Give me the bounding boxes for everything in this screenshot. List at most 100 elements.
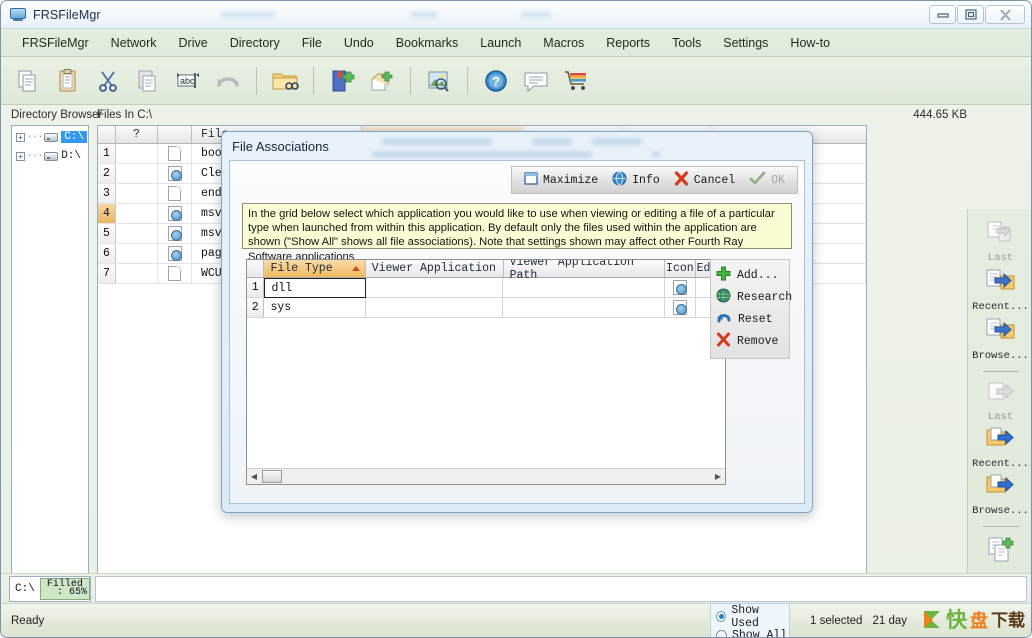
menu-item-tools[interactable]: Tools: [661, 33, 712, 53]
rail-button-save-browse[interactable]: Browse...: [971, 474, 1031, 517]
toolbar-separator-3: [410, 66, 411, 95]
cancel-button[interactable]: Cancel: [670, 169, 739, 192]
radio-show-used[interactable]: Show Used: [711, 604, 789, 630]
column-header-rownum[interactable]: [98, 126, 116, 143]
expand-icon[interactable]: +: [16, 151, 25, 161]
cart-icon[interactable]: [557, 61, 595, 101]
title-bar-ghost-text: [101, 1, 928, 29]
menu-item-launch[interactable]: Launch: [469, 33, 532, 53]
menu-item-bookmarks[interactable]: Bookmarks: [385, 33, 470, 53]
rail-button-label: Last: [987, 252, 1014, 264]
reset-button[interactable]: Reset: [711, 308, 789, 330]
undo-arrow-icon[interactable]: [209, 61, 247, 101]
rail-button-copy-add[interactable]: [971, 535, 1031, 570]
copy-icon[interactable]: [9, 61, 47, 101]
expand-icon[interactable]: +: [16, 132, 25, 142]
rail-button-open-last[interactable]: Last: [971, 219, 1031, 264]
menu-item-reports[interactable]: Reports: [595, 33, 661, 53]
column-header-icon[interactable]: Icon: [665, 260, 696, 277]
window-title: FRSFileMgr: [33, 7, 101, 22]
menu-item-frsfilemgr[interactable]: FRSFileMgr: [11, 33, 100, 53]
radio-button-icon[interactable]: [716, 611, 727, 622]
viewer-application-path-cell[interactable]: [503, 278, 665, 298]
menu-item-howto[interactable]: How-to: [779, 33, 841, 53]
new-file-icon[interactable]: [363, 61, 401, 101]
paste-clipboard-icon[interactable]: [49, 61, 87, 101]
drive-usage-box[interactable]: C:\ Filled : 65%: [9, 576, 91, 602]
row-question-cell[interactable]: [116, 204, 158, 223]
row-question-cell[interactable]: [116, 244, 158, 263]
column-header-rownum[interactable]: [247, 260, 265, 277]
viewer-application-path-cell[interactable]: [503, 298, 665, 318]
viewer-application-cell[interactable]: [365, 278, 504, 298]
menu-item-drive[interactable]: Drive: [168, 33, 219, 53]
rail-button-label: Browse...: [972, 505, 1029, 517]
row-question-cell[interactable]: [116, 164, 158, 183]
tree-connector: ···: [27, 132, 44, 142]
column-header-icon[interactable]: [158, 126, 192, 143]
file-type-cell[interactable]: sys: [264, 298, 366, 318]
rail-button-save-last[interactable]: Last: [971, 380, 1031, 423]
row-number: 4: [98, 204, 116, 223]
drive-icon: [44, 132, 59, 142]
file-type-cell[interactable]: dll: [264, 278, 366, 298]
comment-icon[interactable]: [517, 61, 555, 101]
menu-item-settings[interactable]: Settings: [712, 33, 779, 53]
add-association-button[interactable]: Add...: [711, 264, 789, 286]
remove-label: Remove: [737, 334, 779, 348]
row-question-cell[interactable]: [116, 184, 158, 203]
paste-icon[interactable]: [129, 61, 167, 101]
column-header-viewer-application[interactable]: Viewer Application: [366, 260, 504, 277]
tree-node-d[interactable]: + ··· D:\: [12, 148, 88, 164]
rail-button-label: Browse...: [972, 350, 1029, 362]
scroll-left-icon[interactable]: ◀: [247, 470, 261, 484]
cut-scissors-icon[interactable]: [89, 61, 127, 101]
viewer-application-cell[interactable]: [365, 298, 504, 318]
minimize-button[interactable]: [929, 5, 956, 24]
settings-file-icon[interactable]: [664, 298, 696, 318]
drive-fill-gauge: Filled : 65%: [39, 578, 90, 600]
add-bookmark-icon[interactable]: [323, 61, 361, 101]
row-question-cell[interactable]: [116, 264, 158, 283]
document-icon: [158, 144, 192, 163]
menu-item-file[interactable]: File: [291, 33, 333, 53]
find-folder-icon[interactable]: [266, 61, 304, 101]
menu-item-network[interactable]: Network: [100, 33, 168, 53]
ok-button[interactable]: OK: [745, 169, 789, 192]
rail-button-open-browse[interactable]: Browse...: [971, 317, 1031, 362]
rail-button-save-recent[interactable]: Recent...: [971, 427, 1031, 470]
column-header-file-type[interactable]: File Type: [264, 260, 366, 277]
column-header-viewer-application-path[interactable]: Viewer Application Path: [504, 260, 665, 282]
row-question-cell[interactable]: [116, 224, 158, 243]
preview-image-icon[interactable]: [420, 61, 458, 101]
rename-abc-icon[interactable]: abc: [169, 61, 207, 101]
info-button[interactable]: Info: [608, 169, 664, 192]
menu-item-undo[interactable]: Undo: [333, 33, 385, 53]
research-label: Research: [737, 290, 793, 304]
menu-item-macros[interactable]: Macros: [532, 33, 595, 53]
file-associations-grid[interactable]: File Type Viewer Application Viewer Appl…: [246, 259, 726, 485]
settings-file-icon[interactable]: [664, 278, 696, 298]
rail-button-open-recent[interactable]: Recent...: [971, 268, 1031, 313]
scrollbar-thumb[interactable]: [262, 470, 282, 483]
close-button[interactable]: [985, 5, 1025, 24]
table-row[interactable]: 2 sys: [247, 298, 725, 318]
directory-browser-label: Directory Browser: [11, 109, 103, 121]
research-button[interactable]: Research: [711, 286, 793, 308]
column-header-question[interactable]: ?: [116, 126, 158, 143]
scroll-right-icon[interactable]: ▶: [711, 470, 725, 484]
copy-add-icon: [984, 535, 1018, 568]
directory-tree[interactable]: + ··· C:\ + ··· D:\: [11, 125, 89, 577]
horizontal-scrollbar[interactable]: ◀ ▶: [247, 468, 725, 484]
radio-button-icon[interactable]: [716, 630, 727, 637]
menu-item-directory[interactable]: Directory: [219, 33, 291, 53]
tree-node-c[interactable]: + ··· C:\: [12, 129, 88, 145]
table-row[interactable]: 1 dll: [247, 278, 725, 298]
maximize-dialog-button[interactable]: Maximize: [520, 170, 602, 191]
maximize-button[interactable]: [957, 5, 984, 24]
help-question-icon[interactable]: ?: [477, 61, 515, 101]
dialog-title-ghost: [372, 136, 798, 158]
row-question-cell[interactable]: [116, 144, 158, 163]
document-icon: [158, 264, 192, 283]
remove-button[interactable]: Remove: [711, 330, 789, 352]
